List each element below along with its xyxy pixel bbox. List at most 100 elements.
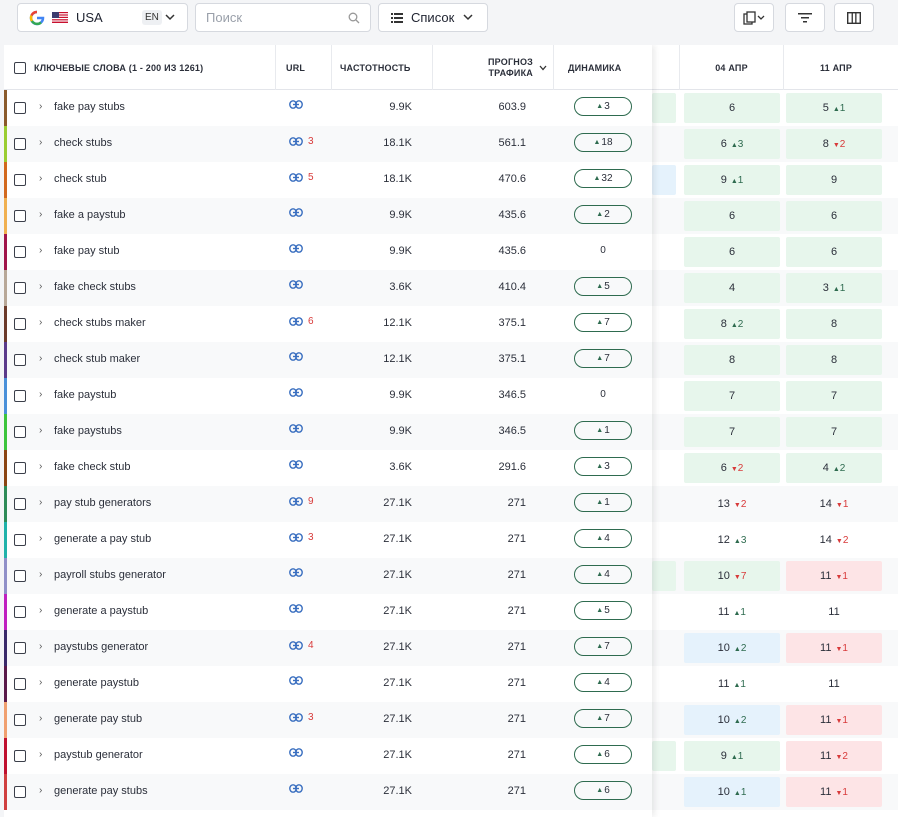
table-row[interactable]: › fake paystubs 9.9K 346.5 ▲ 1	[4, 414, 652, 450]
row-checkbox[interactable]	[14, 282, 26, 294]
expand-chevron-icon[interactable]: ›	[39, 173, 42, 184]
position-cell[interactable]: 8 ▼2	[786, 129, 882, 159]
row-checkbox[interactable]	[14, 174, 26, 186]
url-link[interactable]	[289, 748, 303, 757]
table-row[interactable]: › fake a paystub 9.9K 435.6 ▲ 2	[4, 198, 652, 234]
position-cell[interactable]: 7	[684, 417, 780, 447]
search-input[interactable]: Поиск	[195, 3, 371, 32]
view-mode-dropdown[interactable]: Список	[378, 3, 488, 32]
url-link[interactable]	[289, 100, 303, 109]
position-cell[interactable]: 6 ▲3	[684, 129, 780, 159]
expand-chevron-icon[interactable]: ›	[39, 461, 42, 472]
table-row[interactable]: › generate pay stub 3 27.1K 271 ▲ 7	[4, 702, 652, 738]
url-link[interactable]	[289, 676, 303, 685]
row-checkbox[interactable]	[14, 462, 26, 474]
url-link[interactable]	[289, 244, 303, 253]
url-link[interactable]	[289, 280, 303, 289]
table-row[interactable]: › check stub maker 12.1K 375.1 ▲ 7	[4, 342, 652, 378]
position-cell[interactable]: 14 ▼2	[786, 525, 882, 555]
position-cell[interactable]: 10 ▲2	[684, 633, 780, 663]
table-row[interactable]: › fake pay stubs 9.9K 603.9 ▲ 3	[4, 90, 652, 126]
url-link[interactable]: 9	[289, 496, 314, 507]
expand-chevron-icon[interactable]: ›	[39, 209, 42, 220]
expand-chevron-icon[interactable]: ›	[39, 641, 42, 652]
position-cell[interactable]: 10 ▼7	[684, 561, 780, 591]
row-checkbox[interactable]	[14, 786, 26, 798]
url-link[interactable]	[289, 388, 303, 397]
expand-chevron-icon[interactable]: ›	[39, 245, 42, 256]
expand-chevron-icon[interactable]: ›	[39, 137, 42, 148]
position-cell[interactable]: 6	[786, 201, 882, 231]
url-link[interactable]: 5	[289, 172, 314, 183]
table-row[interactable]: › check stubs 3 18.1K 561.1 ▲ 18	[4, 126, 652, 162]
position-cell[interactable]: 14 ▼1	[786, 489, 882, 519]
position-cell[interactable]: 8	[684, 345, 780, 375]
position-cell[interactable]: 3 ▲1	[786, 273, 882, 303]
keyword-text[interactable]: fake paystub	[54, 389, 116, 401]
frequency-column-header[interactable]: ЧАСТОТНОСТЬ	[332, 45, 433, 90]
table-row[interactable]: › check stubs maker 6 12.1K 375.1 ▲ 7	[4, 306, 652, 342]
position-cell[interactable]: 11	[786, 597, 882, 627]
keyword-text[interactable]: generate paystub	[54, 677, 139, 689]
table-row[interactable]: › fake paystub 9.9K 346.5 0	[4, 378, 652, 414]
copy-button[interactable]	[734, 3, 774, 32]
position-cell[interactable]: 8 ▲2	[684, 309, 780, 339]
position-cell[interactable]: 12 ▲3	[684, 525, 780, 555]
row-checkbox[interactable]	[14, 426, 26, 438]
date1-column-header[interactable]: 04 АПР	[680, 45, 784, 90]
row-checkbox[interactable]	[14, 390, 26, 402]
keyword-text[interactable]: generate pay stub	[54, 713, 142, 725]
position-cell[interactable]: 11 ▼1	[786, 705, 882, 735]
position-cell[interactable]: 8	[786, 309, 882, 339]
row-checkbox[interactable]	[14, 534, 26, 546]
table-row[interactable]: › pay stub generators 9 27.1K 271 ▲ 1	[4, 486, 652, 522]
columns-button[interactable]	[834, 3, 874, 32]
table-row[interactable]: › fake check stubs 3.6K 410.4 ▲ 5	[4, 270, 652, 306]
table-row[interactable]: › paystubs generator 4 27.1K 271 ▲ 7	[4, 630, 652, 666]
row-checkbox[interactable]	[14, 642, 26, 654]
keyword-text[interactable]: check stubs maker	[54, 317, 146, 329]
row-checkbox[interactable]	[14, 498, 26, 510]
expand-chevron-icon[interactable]: ›	[39, 317, 42, 328]
row-checkbox[interactable]	[14, 678, 26, 690]
position-cell[interactable]: 7	[684, 381, 780, 411]
row-checkbox[interactable]	[14, 102, 26, 114]
url-link[interactable]	[289, 604, 303, 613]
keyword-text[interactable]: pay stub generators	[54, 497, 151, 509]
position-cell[interactable]: 13 ▼2	[684, 489, 780, 519]
table-row[interactable]: › generate paystub 27.1K 271 ▲ 4	[4, 666, 652, 702]
date2-column-header[interactable]: 11 АПР	[784, 45, 888, 90]
position-cell[interactable]: 11 ▼1	[786, 777, 882, 807]
row-checkbox[interactable]	[14, 318, 26, 330]
table-row[interactable]: › payroll stubs generator 27.1K 271 ▲ 4	[4, 558, 652, 594]
keyword-text[interactable]: fake check stubs	[54, 281, 136, 293]
position-cell[interactable]: 6	[684, 201, 780, 231]
url-link[interactable]	[289, 424, 303, 433]
expand-chevron-icon[interactable]: ›	[39, 389, 42, 400]
row-checkbox[interactable]	[14, 570, 26, 582]
keywords-column-header[interactable]: КЛЮЧЕВЫЕ СЛОВА (1 - 200 ИЗ 1261)	[4, 45, 276, 90]
position-cell[interactable]: 7	[786, 381, 882, 411]
table-row[interactable]: › paystub generator 27.1K 271 ▲ 6	[4, 738, 652, 774]
filter-button[interactable]	[785, 3, 825, 32]
position-cell[interactable]: 5 ▲1	[786, 93, 882, 123]
expand-chevron-icon[interactable]: ›	[39, 353, 42, 364]
expand-chevron-icon[interactable]: ›	[39, 533, 42, 544]
table-row[interactable]: › generate pay stubs 27.1K 271 ▲ 6	[4, 774, 652, 810]
position-cell[interactable]: 9	[786, 165, 882, 195]
position-cell[interactable]: 11 ▲1	[684, 597, 780, 627]
expand-chevron-icon[interactable]: ›	[39, 425, 42, 436]
keyword-text[interactable]: check stub	[54, 173, 107, 185]
expand-chevron-icon[interactable]: ›	[39, 569, 42, 580]
url-link[interactable]: 6	[289, 316, 314, 327]
row-checkbox[interactable]	[14, 246, 26, 258]
keyword-text[interactable]: fake a paystub	[54, 209, 126, 221]
position-cell[interactable]: 11	[786, 669, 882, 699]
url-link[interactable]: 3	[289, 532, 314, 543]
keyword-text[interactable]: check stub maker	[54, 353, 140, 365]
expand-chevron-icon[interactable]: ›	[39, 677, 42, 688]
keyword-text[interactable]: generate pay stubs	[54, 785, 148, 797]
table-row[interactable]: › fake pay stub 9.9K 435.6 0	[4, 234, 652, 270]
position-cell[interactable]: 11 ▲1	[684, 669, 780, 699]
position-cell[interactable]: 9 ▲1	[684, 165, 780, 195]
